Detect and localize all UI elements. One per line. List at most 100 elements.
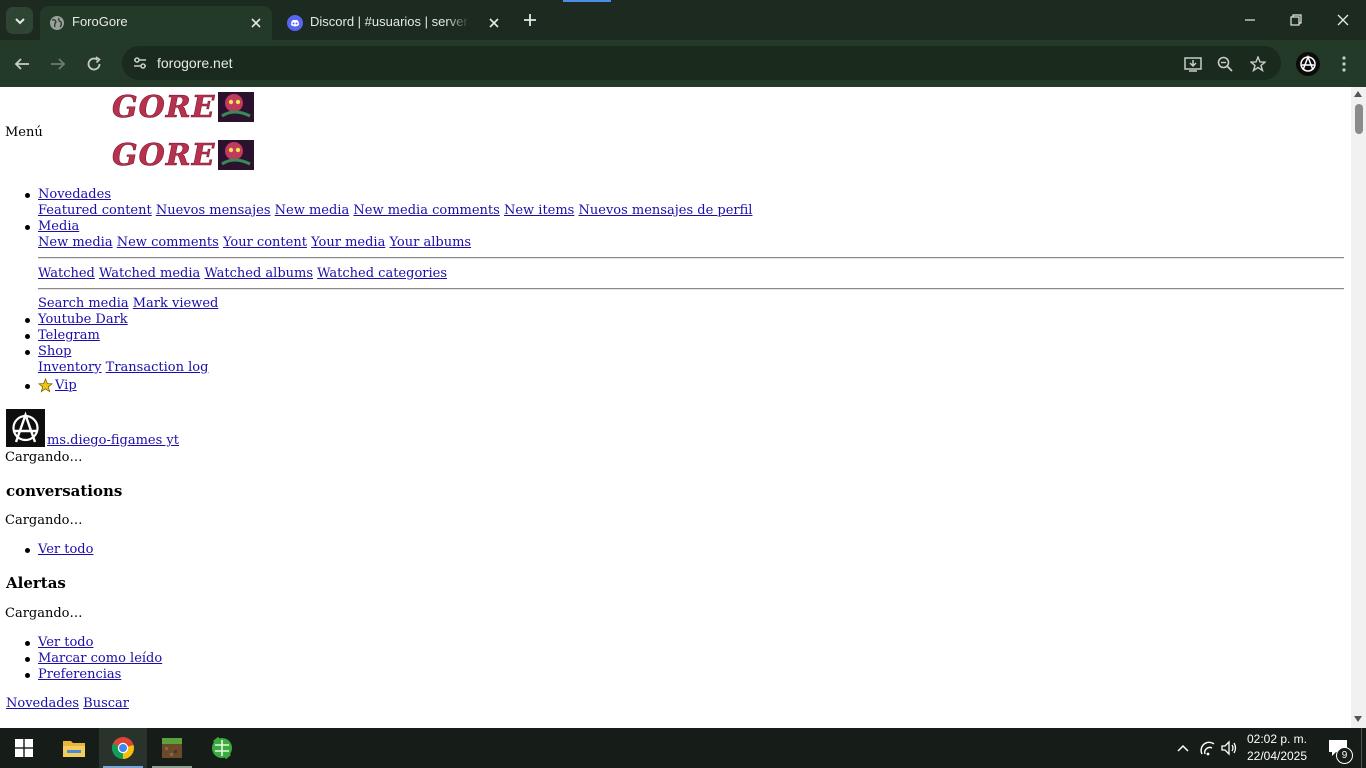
more-vert-icon: [1342, 56, 1346, 72]
chevron-down-icon: [14, 17, 25, 24]
tab-forogore[interactable]: ForoGore: [40, 6, 272, 40]
list-bullet: [25, 193, 30, 198]
link-new-comments[interactable]: New comments: [117, 235, 219, 250]
tab-discord[interactable]: Discord | #usuarios | server do tchola: [278, 6, 510, 40]
link-nuevos-mensajes[interactable]: Nuevos mensajes: [156, 203, 271, 218]
show-hidden-icons[interactable]: [1173, 738, 1193, 758]
link-new-media-comments[interactable]: New media comments: [353, 203, 499, 218]
nav-vip[interactable]: Vip: [55, 378, 77, 393]
alerts-ver-todo-link[interactable]: Ver todo: [38, 635, 93, 650]
start-button[interactable]: [0, 728, 48, 768]
new-tab-button[interactable]: [520, 10, 540, 30]
link-mark-viewed[interactable]: Mark viewed: [133, 296, 219, 311]
media-submenu-row: New media New comments Your content Your…: [38, 235, 471, 250]
profile-avatar[interactable]: [1296, 52, 1320, 76]
novedades-submenu: Featured content Nuevos mensajes New med…: [38, 203, 752, 218]
username-link[interactable]: ms.diego-figames yt: [47, 433, 179, 448]
scroll-up-arrow[interactable]: [1354, 91, 1362, 97]
media-search-row: Search media Mark viewed: [38, 296, 218, 311]
site-info-button[interactable]: [128, 51, 152, 75]
link-transaction-log[interactable]: Transaction log: [106, 360, 209, 375]
close-tab-icon[interactable]: [486, 15, 502, 31]
taskbar-clock[interactable]: 02:02 p. m. 22/04/2025: [1240, 731, 1314, 765]
chrome-menu-button[interactable]: [1334, 52, 1354, 76]
zoom-button[interactable]: [1216, 55, 1234, 73]
globe-icon: [50, 16, 64, 30]
taskbar-file-explorer[interactable]: [50, 728, 98, 768]
wifi-icon: [1200, 741, 1215, 756]
notification-badge: 9: [1336, 747, 1353, 764]
reload-icon: [87, 56, 101, 71]
page-content: GORE Menú GORE Novedades Featured conten…: [0, 87, 1351, 728]
bottom-buscar-link[interactable]: Buscar: [83, 696, 129, 711]
anarchy-avatar-icon: [1300, 54, 1316, 72]
volume-control[interactable]: [1219, 738, 1239, 758]
page-scrollbar[interactable]: [1351, 87, 1366, 728]
minimize-icon: [1245, 19, 1255, 21]
list-bullet: [25, 657, 30, 662]
alerts-preferences-link[interactable]: Preferencias: [38, 667, 121, 682]
conversations-loading-text: Cargando…: [5, 513, 83, 528]
taskbar-app-green[interactable]: [198, 728, 246, 768]
link-search-media[interactable]: Search media: [38, 296, 129, 311]
link-your-media[interactable]: Your media: [311, 235, 385, 250]
network-status[interactable]: [1198, 738, 1218, 758]
bottom-novedades-link[interactable]: Novedades: [6, 696, 79, 711]
bottom-nav: Novedades Buscar: [6, 696, 129, 711]
link-your-albums[interactable]: Your albums: [389, 235, 471, 250]
link-new-items[interactable]: New items: [504, 203, 574, 218]
link-watched-categories[interactable]: Watched categories: [317, 266, 447, 281]
link-featured-content[interactable]: Featured content: [38, 203, 152, 218]
tab-search-button[interactable]: [6, 7, 33, 34]
nav-youtube-dark[interactable]: Youtube Dark: [38, 312, 128, 327]
bookmark-button[interactable]: [1249, 55, 1267, 73]
link-new-media[interactable]: New media: [38, 235, 113, 250]
green-globe-icon: [212, 736, 232, 760]
media-playing-indicator: [563, 0, 611, 2]
nav-shop[interactable]: Shop: [38, 344, 71, 359]
nav-telegram[interactable]: Telegram: [38, 328, 100, 343]
back-button[interactable]: [10, 52, 34, 76]
menu-toggle[interactable]: Menú: [5, 125, 43, 140]
link-watched-albums[interactable]: Watched albums: [204, 266, 313, 281]
close-tab-icon[interactable]: [248, 15, 264, 31]
conversations-heading: conversations: [6, 482, 123, 500]
link-inventory[interactable]: Inventory: [38, 360, 102, 375]
link-watched[interactable]: Watched: [38, 266, 95, 281]
link-nuevos-mensajes-perfil[interactable]: Nuevos mensajes de perfil: [579, 203, 753, 218]
alerts-mark-read-link[interactable]: Marcar como leído: [38, 651, 162, 666]
nav-novedades[interactable]: Novedades: [38, 187, 111, 202]
alerts-heading: Alertas: [6, 574, 66, 592]
site-logo[interactable]: GORE: [110, 90, 256, 124]
taskbar-minecraft[interactable]: [148, 728, 196, 768]
taskbar-chrome[interactable]: [99, 728, 147, 768]
link-watched-media[interactable]: Watched media: [99, 266, 200, 281]
plus-icon: [524, 14, 536, 26]
minimize-button[interactable]: [1238, 9, 1262, 31]
windows-taskbar: 02:02 p. m. 22/04/2025 9: [0, 728, 1366, 768]
scroll-thumb[interactable]: [1355, 104, 1363, 134]
shop-submenu: Inventory Transaction log: [38, 360, 208, 375]
restore-icon: [1290, 14, 1302, 26]
tab-title: ForoGore: [72, 14, 128, 29]
nav-media[interactable]: Media: [38, 219, 79, 234]
show-desktop-button[interactable]: [1361, 728, 1362, 768]
user-avatar[interactable]: [6, 409, 45, 447]
notification-center[interactable]: 9: [1324, 738, 1353, 764]
address-bar[interactable]: forogore.net: [122, 46, 1281, 80]
link-your-content[interactable]: Your content: [223, 235, 307, 250]
link-new-media[interactable]: New media: [275, 203, 350, 218]
conversations-ver-todo-link[interactable]: Ver todo: [38, 542, 93, 557]
list-bullet: [25, 350, 30, 355]
install-app-button[interactable]: [1184, 55, 1202, 73]
close-icon: [1337, 14, 1349, 26]
list-bullet: [25, 548, 30, 553]
list-bullet: [25, 225, 30, 230]
url-text[interactable]: forogore.net: [157, 55, 233, 71]
site-logo[interactable]: GORE: [110, 138, 256, 172]
scroll-down-arrow[interactable]: [1354, 716, 1362, 722]
restore-button[interactable]: [1284, 9, 1308, 31]
reload-button[interactable]: [82, 52, 106, 76]
close-window-button[interactable]: [1331, 9, 1355, 31]
forward-button[interactable]: [46, 52, 70, 76]
